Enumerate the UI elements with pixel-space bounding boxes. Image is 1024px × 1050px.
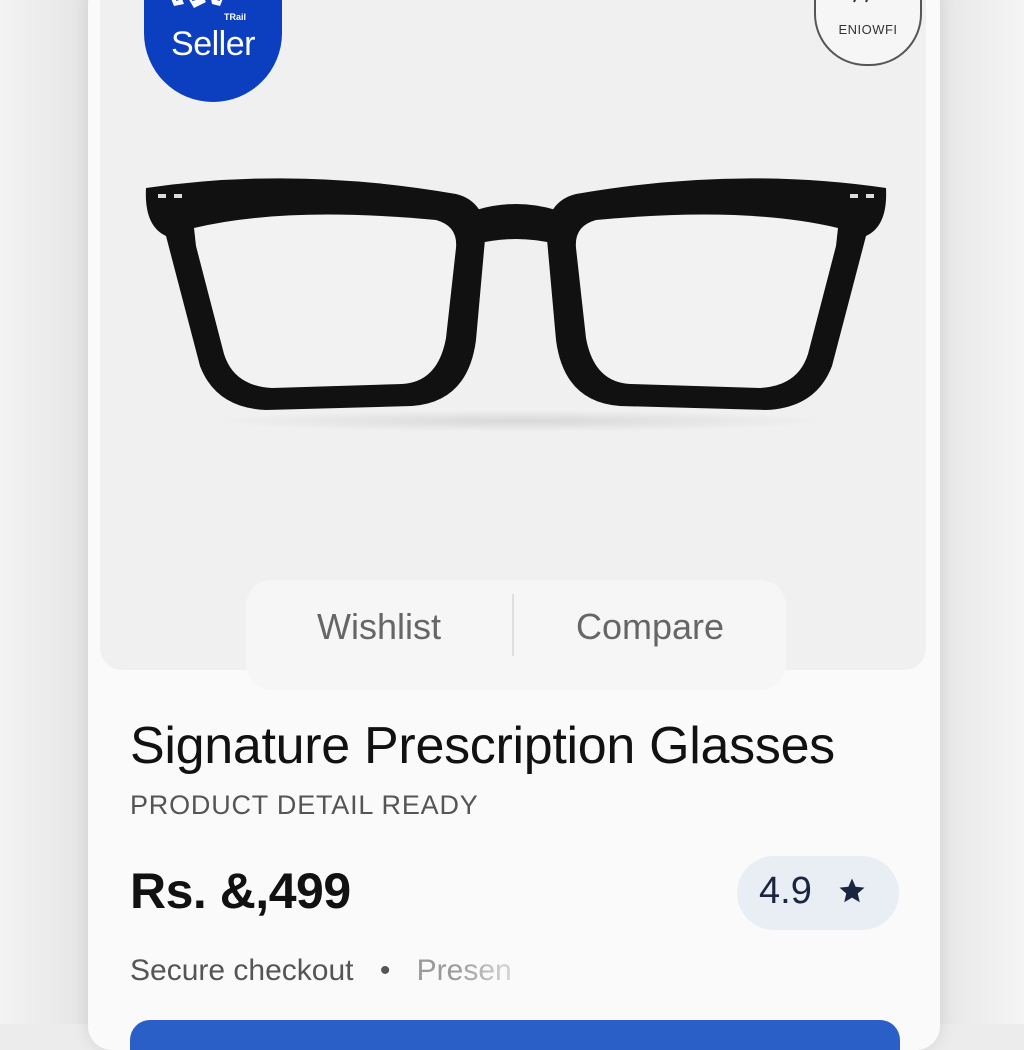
product-shadow (210, 410, 830, 432)
brand-mark-icon (853, 0, 868, 3)
product-image-area[interactable]: TRail Seller ENIOWFI (100, 0, 926, 670)
seller-emblem-icon (171, 0, 223, 8)
seller-badge[interactable]: TRail Seller (144, 0, 282, 102)
rating-value: 4.9 (759, 870, 812, 912)
meta-faded-text: Presen (416, 954, 512, 987)
product-price: Rs. &,499 (130, 863, 351, 919)
wishlist-button[interactable]: Wishlist (246, 602, 512, 652)
product-title: Signature Prescription Glasses (130, 717, 835, 775)
compare-button[interactable]: Compare (514, 602, 786, 652)
product-card: TRail Seller ENIOWFI Wishlist Compare Si… (88, 0, 940, 1050)
seller-badge-label: Seller (171, 25, 255, 63)
secure-checkout-text: Secure checkout (130, 954, 354, 987)
action-bar: Wishlist Compare (246, 580, 786, 690)
page-background-left (0, 0, 95, 1024)
page-background-right (934, 0, 1024, 1024)
seller-badge-tiny-text: TRail (224, 12, 247, 22)
product-glasses-image (145, 178, 887, 410)
product-meta-row: Secure checkout • Presen (130, 954, 545, 988)
product-subtitle: PRODUCT DETAIL READY (130, 790, 479, 820)
star-icon (839, 878, 865, 903)
rating-badge[interactable]: 4.9 (737, 856, 899, 930)
meta-separator: • (379, 954, 391, 987)
primary-cta-button[interactable] (130, 1020, 900, 1050)
brand-badge[interactable]: ENIOWFI (814, 0, 922, 66)
brand-badge-label: ENIOWFI (838, 22, 898, 37)
